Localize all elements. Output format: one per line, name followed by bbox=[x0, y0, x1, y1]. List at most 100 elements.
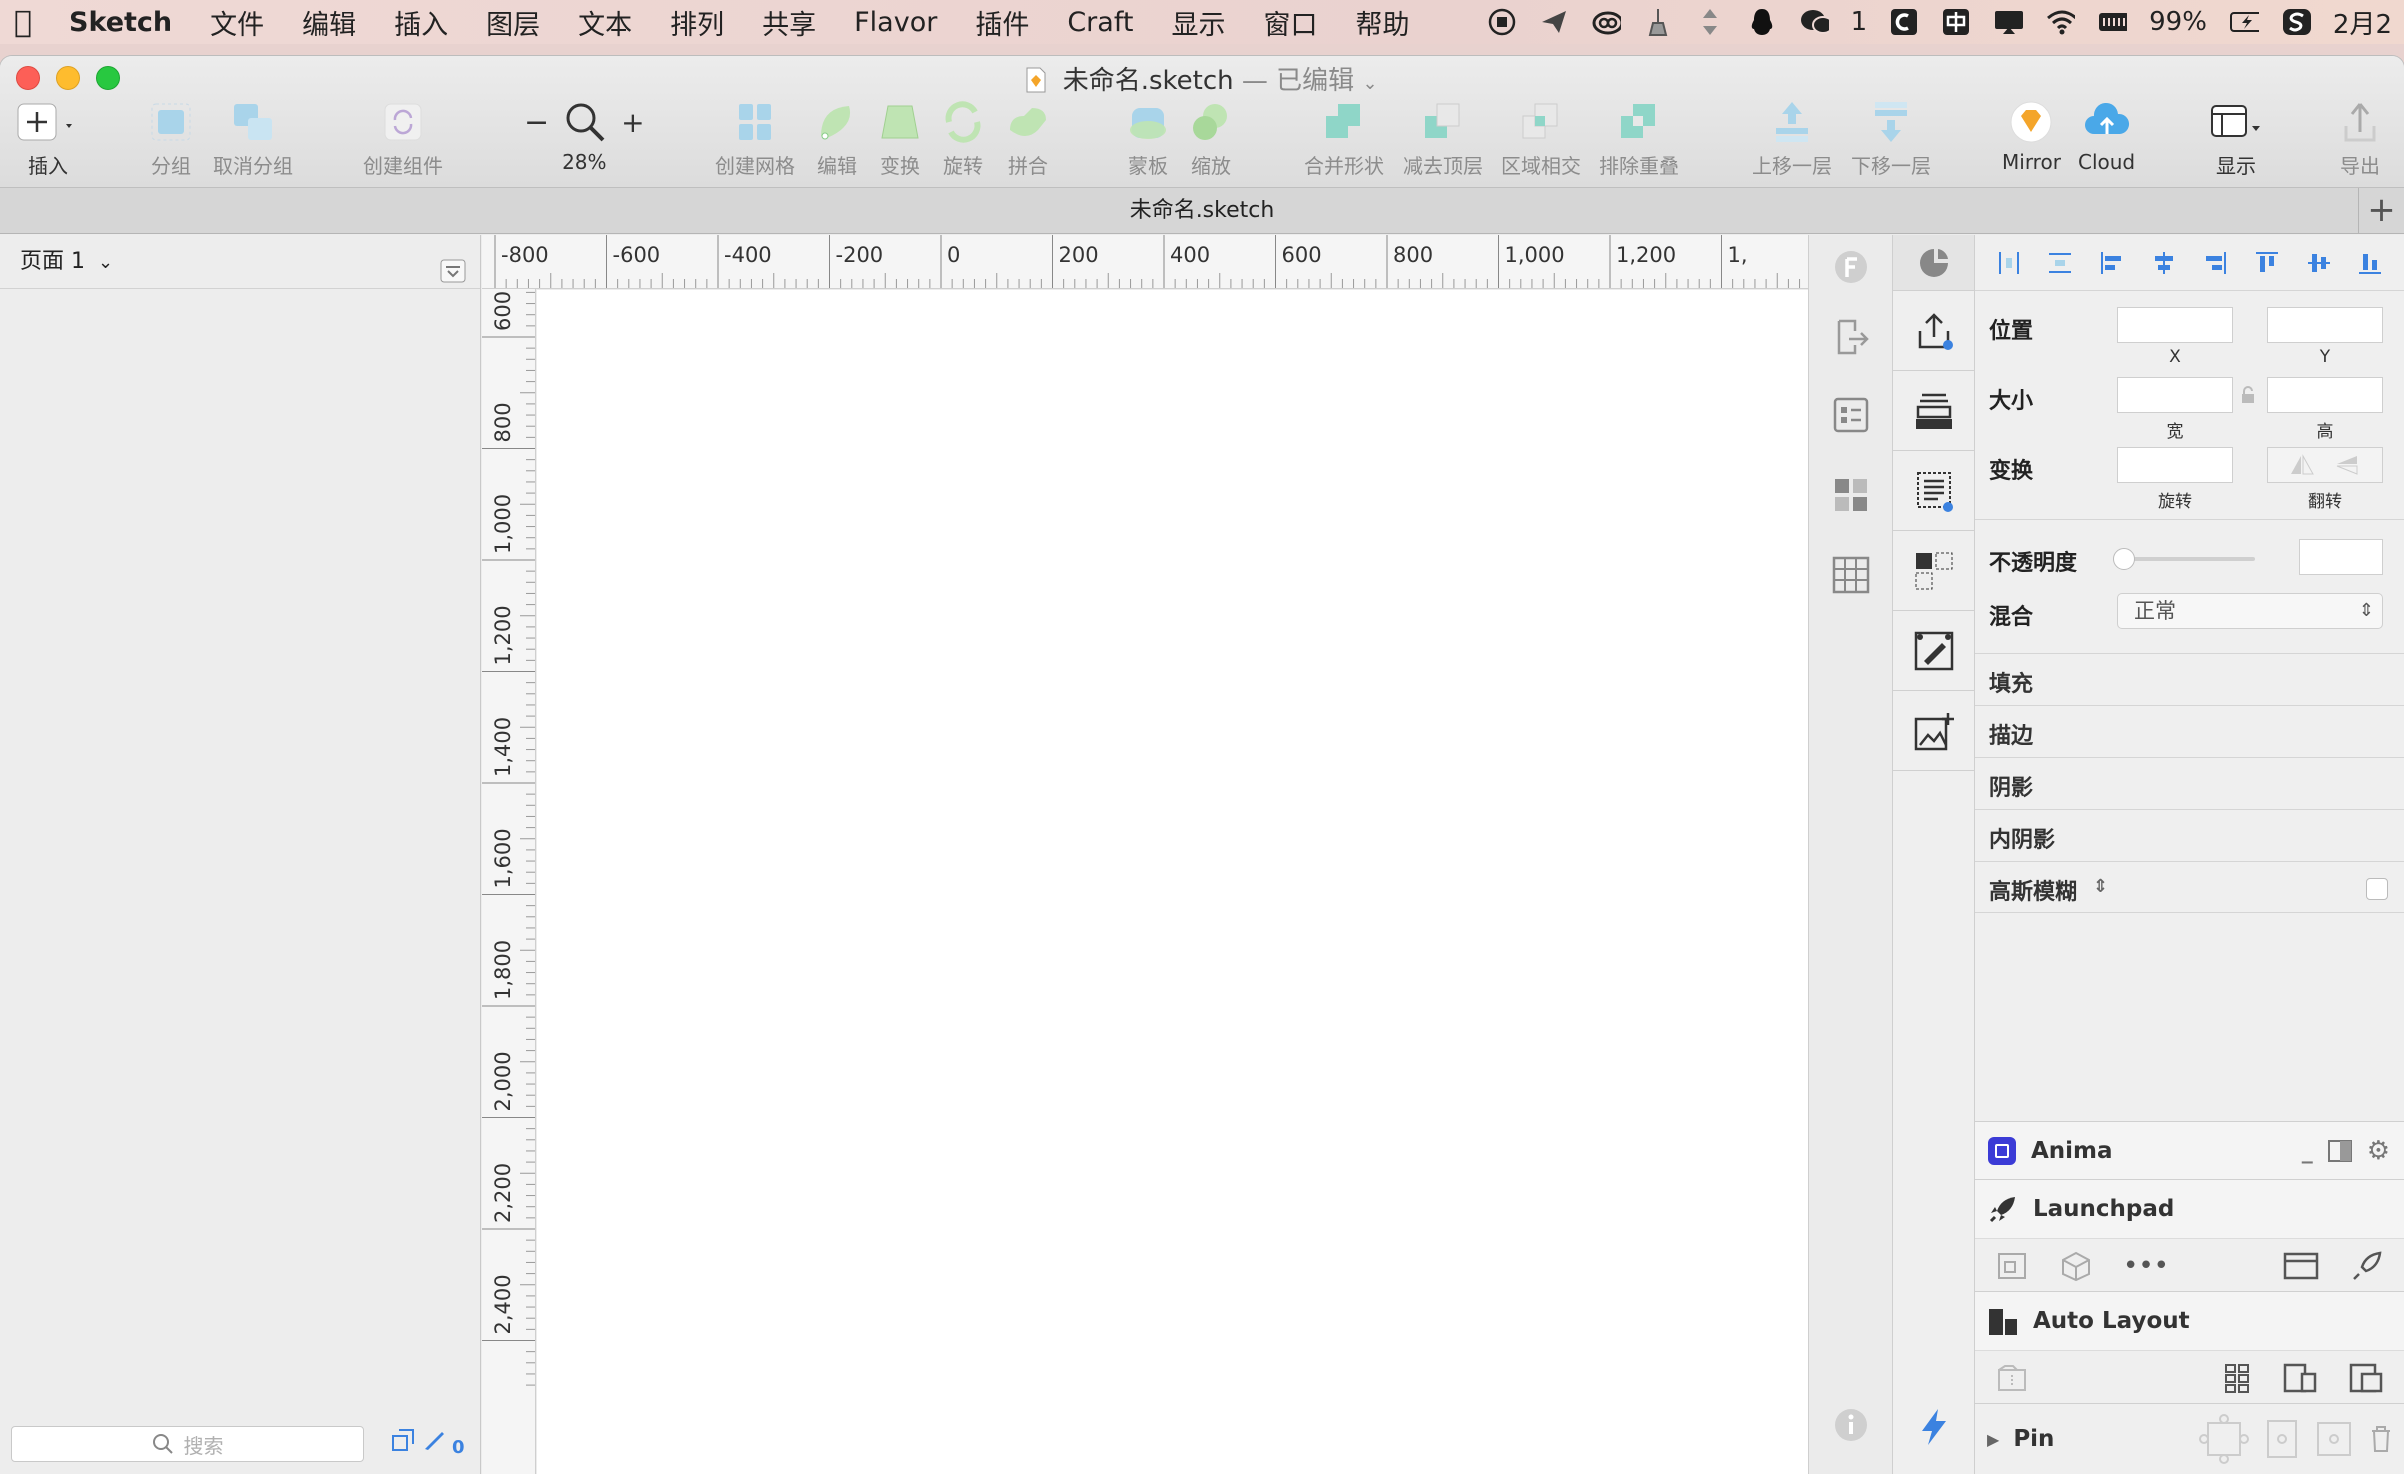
group-button[interactable]: 分组 bbox=[148, 100, 194, 179]
view-button[interactable]: 显示 bbox=[2208, 100, 2264, 179]
auto-layout-header[interactable]: Auto Layout bbox=[1975, 1292, 2404, 1350]
transform-button[interactable]: 变换 bbox=[878, 100, 922, 179]
flip-horizontal-icon[interactable] bbox=[2289, 454, 2315, 476]
title-chevron-down-icon[interactable]: ⌄ bbox=[1362, 73, 1377, 94]
menu-flavor[interactable]: Flavor bbox=[835, 7, 956, 38]
apple-menu-icon[interactable]:  bbox=[0, 5, 50, 40]
create-grid-button[interactable]: 创建网格 bbox=[715, 100, 795, 179]
align-right-icon[interactable] bbox=[2202, 250, 2228, 276]
shadow-section[interactable]: 阴影 bbox=[1975, 757, 2404, 809]
menu-insert[interactable]: 插入 bbox=[375, 3, 467, 42]
menu-craft[interactable]: Craft bbox=[1048, 7, 1152, 38]
scale-button[interactable]: 缩放 bbox=[1189, 100, 1233, 179]
bring-forward-button[interactable]: 上移一层 bbox=[1752, 100, 1832, 179]
launchpad-header[interactable]: Launchpad bbox=[1975, 1180, 2404, 1238]
symbols-filter-icon[interactable] bbox=[391, 1428, 415, 1456]
blend-mode-select[interactable]: 正常 ⇕ bbox=[2117, 593, 2383, 629]
input-method-icon[interactable] bbox=[1941, 7, 1971, 37]
width-field[interactable] bbox=[2117, 377, 2233, 413]
align-center-icon[interactable] bbox=[2151, 250, 2177, 276]
create-symbol-button[interactable]: 创建组件 bbox=[363, 100, 443, 179]
rotate-field[interactable] bbox=[2117, 447, 2233, 483]
components-grid-icon[interactable] bbox=[1809, 465, 1892, 525]
craft-prototype-icon[interactable] bbox=[1893, 371, 1974, 451]
pin-header[interactable]: ▶ Pin bbox=[1975, 1404, 2404, 1474]
figma-f-icon[interactable] bbox=[1809, 245, 1892, 289]
blur-enable-checkbox[interactable] bbox=[2366, 878, 2388, 900]
mask-button[interactable]: 蒙板 bbox=[1126, 100, 1170, 179]
launchpad-artboard-icon[interactable] bbox=[1995, 1250, 2029, 1282]
keyboard-icon[interactable] bbox=[2097, 7, 2128, 37]
union-button[interactable]: 合并形状 bbox=[1304, 100, 1384, 179]
export-button[interactable]: 导出 bbox=[2338, 100, 2382, 179]
checklist-icon[interactable] bbox=[1809, 385, 1892, 445]
blur-type-arrows-icon[interactable]: ⇕ bbox=[2093, 876, 2108, 897]
opacity-field[interactable] bbox=[2299, 539, 2383, 575]
cloud-button[interactable]: Cloud bbox=[2078, 100, 2135, 174]
wechat-icon[interactable] bbox=[1799, 7, 1829, 37]
zoom-in-button[interactable]: + bbox=[621, 106, 644, 139]
auto-layout-group-icon[interactable] bbox=[1995, 1362, 2029, 1394]
fill-section[interactable]: 填充 bbox=[1975, 653, 2404, 705]
responsive-icon[interactable] bbox=[2348, 1362, 2384, 1394]
battery-charging-icon[interactable] bbox=[2229, 7, 2259, 37]
qq-icon[interactable] bbox=[1747, 7, 1777, 37]
document-tab[interactable]: 未命名.sketch bbox=[1130, 198, 1275, 223]
align-middle-icon[interactable] bbox=[2306, 250, 2332, 276]
difference-button[interactable]: 排除重叠 bbox=[1599, 100, 1679, 179]
height-field[interactable] bbox=[2267, 377, 2383, 413]
craft-logo-icon[interactable] bbox=[1893, 235, 1974, 291]
browser-window-icon[interactable] bbox=[2282, 1250, 2320, 1282]
zoom-level[interactable]: 28% bbox=[562, 150, 606, 174]
collapse-pages-icon[interactable] bbox=[440, 250, 466, 304]
intersect-button[interactable]: 区域相交 bbox=[1501, 100, 1581, 179]
menu-plugins[interactable]: 插件 bbox=[956, 3, 1048, 42]
vertical-ruler[interactable]: 600 800 1,000 1,200 1,400 1,600 1,800 2,000 2,20… bbox=[482, 289, 536, 1474]
launch-rocket-icon[interactable] bbox=[2350, 1250, 2384, 1282]
subtract-button[interactable]: 减去顶层 bbox=[1403, 100, 1483, 179]
craft-data-icon[interactable] bbox=[1893, 451, 1974, 531]
menu-file[interactable]: 文件 bbox=[191, 3, 283, 42]
disclosure-triangle-icon[interactable]: ▶ bbox=[1987, 1430, 1999, 1449]
distribute-vertical-icon[interactable] bbox=[2047, 250, 2073, 276]
menu-app-sketch[interactable]: Sketch bbox=[50, 7, 191, 38]
menu-text[interactable]: 文本 bbox=[559, 3, 651, 42]
page-selector[interactable]: 页面 1 ⌄ bbox=[0, 235, 480, 289]
align-left-icon[interactable] bbox=[2099, 250, 2125, 276]
x-field[interactable] bbox=[2117, 307, 2233, 343]
menu-edit[interactable]: 编辑 bbox=[283, 3, 375, 42]
display-icon[interactable] bbox=[1993, 7, 2024, 37]
opacity-slider-knob[interactable] bbox=[2113, 548, 2135, 570]
launchpad-cube-icon[interactable] bbox=[2059, 1250, 2093, 1282]
horizontal-ruler[interactable]: -800 -600 -400 -200 0 200 400 600 800 1,000 1,200 1… bbox=[482, 235, 1808, 289]
insert-button[interactable]: 插入 bbox=[16, 100, 80, 179]
add-tab-button[interactable]: + bbox=[2358, 188, 2404, 234]
inner-shadow-section[interactable]: 内阴影 bbox=[1975, 809, 2404, 861]
info-icon[interactable] bbox=[1809, 1403, 1892, 1447]
rotate-button[interactable]: 旋转 bbox=[941, 100, 985, 179]
align-bottom-icon[interactable] bbox=[2357, 250, 2383, 276]
window-title[interactable]: 未命名.sketch — 已编辑 ⌄ bbox=[0, 60, 2404, 100]
align-top-icon[interactable] bbox=[2254, 250, 2280, 276]
lightning-icon[interactable] bbox=[1893, 1399, 1974, 1455]
transfer-arrows-icon[interactable] bbox=[1695, 7, 1725, 37]
edit-button[interactable]: 编辑 bbox=[815, 100, 859, 179]
slice-filter-icon[interactable] bbox=[422, 1428, 446, 1456]
export-artboard-icon[interactable] bbox=[1809, 307, 1892, 367]
minimize-icon[interactable]: _ bbox=[2302, 1139, 2313, 1164]
menu-layer[interactable]: 图层 bbox=[467, 3, 559, 42]
craft-image-icon[interactable] bbox=[1893, 691, 1974, 771]
sidebar-toggle-icon[interactable] bbox=[2327, 1139, 2353, 1163]
lock-ratio-icon[interactable] bbox=[2240, 385, 2256, 409]
mirror-button[interactable]: Mirror bbox=[2002, 100, 2061, 174]
menu-view[interactable]: 显示 bbox=[1152, 3, 1244, 42]
broom-icon[interactable] bbox=[1643, 7, 1673, 37]
settings-gear-icon[interactable]: ⚙ bbox=[2367, 1136, 2390, 1166]
distribute-horizontal-icon[interactable] bbox=[1996, 250, 2022, 276]
y-field[interactable] bbox=[2267, 307, 2383, 343]
canvas[interactable] bbox=[537, 290, 1808, 1474]
menu-window[interactable]: 窗口 bbox=[1244, 3, 1336, 42]
more-options-icon[interactable]: ••• bbox=[2123, 1251, 2169, 1281]
ungroup-button[interactable]: 取消分组 bbox=[213, 100, 293, 179]
table-grid-icon[interactable] bbox=[1809, 545, 1892, 605]
